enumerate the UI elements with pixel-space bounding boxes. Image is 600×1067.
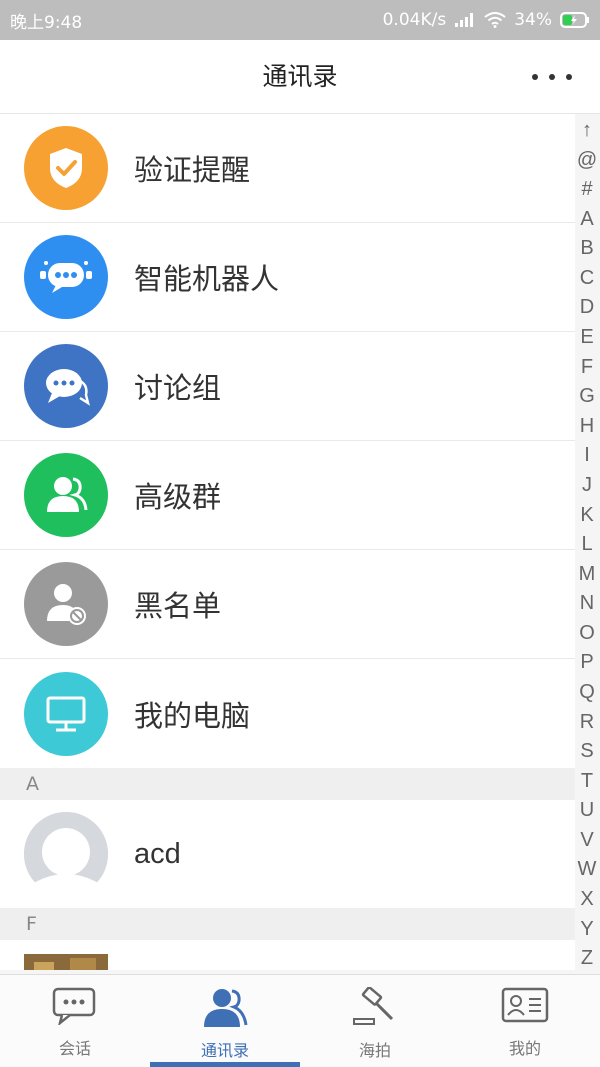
index-letter[interactable]: O	[579, 619, 595, 649]
network-speed: 0.04K/s	[382, 10, 447, 30]
more-dots-icon[interactable]	[532, 66, 572, 88]
computer-icon	[24, 671, 108, 756]
contact-row[interactable]	[0, 940, 575, 970]
tab-label: 我的	[508, 1039, 541, 1058]
index-letter[interactable]: H	[580, 412, 594, 442]
status-right: 0.04K/s 34%	[383, 10, 590, 30]
menu-item-discussion[interactable]: 讨论组	[0, 332, 575, 441]
menu-item-label: 智能机器人	[134, 264, 280, 296]
index-letter[interactable]: C	[580, 264, 594, 294]
index-letter[interactable]: N	[580, 589, 594, 619]
index-letter[interactable]: ↑	[582, 116, 592, 146]
blocked-user-icon	[24, 562, 108, 646]
tab-conversations[interactable]: 会话	[0, 975, 150, 1067]
chat-icon	[52, 987, 98, 1029]
menu-item-my-computer[interactable]: 我的电脑	[0, 659, 575, 768]
app-header: 通讯录	[0, 40, 600, 114]
index-letter[interactable]: V	[580, 826, 593, 856]
bottom-nav: 会话 通讯录 海拍 我的	[0, 974, 600, 1067]
menu-item-label: 验证提醒	[134, 155, 251, 187]
menu-item-label: 我的电脑	[134, 700, 251, 733]
menu-item-verification[interactable]: 验证提醒	[0, 114, 575, 223]
default-avatar-icon	[24, 812, 108, 896]
status-time: 晚上9:48	[10, 12, 83, 33]
index-letter[interactable]: Q	[579, 678, 595, 708]
index-letter[interactable]: L	[581, 530, 592, 560]
index-letter[interactable]: U	[580, 796, 594, 826]
index-letter[interactable]: G	[579, 382, 595, 412]
tab-label: 海拍	[358, 1041, 391, 1060]
menu-item-label: 高级群	[134, 482, 222, 514]
page-title: 通讯录	[262, 62, 338, 91]
index-letter[interactable]: B	[580, 234, 593, 264]
robot-icon	[24, 235, 108, 319]
profile-card-icon	[501, 987, 549, 1029]
index-letter[interactable]: F	[581, 353, 593, 383]
section-header-f: F	[0, 908, 575, 940]
index-letter[interactable]: #	[581, 175, 592, 205]
photo-avatar	[24, 954, 108, 970]
tab-auction[interactable]: 海拍	[300, 975, 450, 1067]
index-letter[interactable]: Y	[580, 915, 593, 945]
index-letter[interactable]: @	[577, 146, 597, 176]
index-letter[interactable]: Z	[581, 944, 593, 974]
contacts-icon	[202, 987, 248, 1031]
chat-bubbles-icon	[24, 344, 108, 428]
alphabet-index[interactable]: ↑ @ # A B C D E F G H I J K L M N O P Q …	[574, 114, 600, 974]
shield-check-icon	[24, 126, 108, 210]
index-letter[interactable]: E	[580, 323, 593, 353]
contact-name: acd	[134, 837, 181, 870]
signal-icon	[454, 12, 476, 28]
menu-item-label: 黑名单	[134, 591, 222, 623]
index-letter[interactable]: P	[580, 648, 593, 678]
active-tab-indicator	[150, 1062, 300, 1067]
index-letter[interactable]: A	[580, 205, 593, 235]
tab-label: 通讯录	[200, 1041, 249, 1060]
section-header-a: A	[0, 768, 575, 800]
tab-mine[interactable]: 我的	[450, 975, 600, 1067]
wifi-icon	[484, 12, 506, 28]
contact-row[interactable]: acd	[0, 800, 575, 908]
battery-icon	[560, 12, 590, 28]
menu-item-advanced-group[interactable]: 高级群	[0, 441, 575, 550]
battery-percent: 34%	[514, 10, 552, 30]
index-letter[interactable]: I	[584, 441, 590, 471]
index-letter[interactable]: T	[581, 767, 593, 797]
menu-item-blacklist[interactable]: 黑名单	[0, 550, 575, 659]
menu-item-label: 讨论组	[134, 373, 222, 405]
index-letter[interactable]: M	[579, 560, 596, 590]
tab-label: 会话	[58, 1039, 91, 1058]
tab-contacts[interactable]: 通讯录	[150, 975, 300, 1067]
group-icon	[24, 453, 108, 537]
contacts-list: 验证提醒 智能机器人 讨论组 高级群 黑名单 我的电脑 A acd F	[0, 114, 575, 970]
auction-hammer-icon	[352, 986, 398, 1031]
index-letter[interactable]: K	[580, 501, 593, 531]
menu-item-robot[interactable]: 智能机器人	[0, 223, 575, 332]
index-letter[interactable]: S	[580, 737, 593, 767]
index-letter[interactable]: R	[580, 708, 594, 738]
index-letter[interactable]: X	[580, 885, 593, 915]
index-letter[interactable]: J	[582, 471, 592, 501]
index-letter[interactable]: D	[580, 293, 594, 323]
status-bar: 晚上9:48 0.04K/s 34%	[0, 0, 600, 40]
index-letter[interactable]: W	[578, 855, 597, 885]
